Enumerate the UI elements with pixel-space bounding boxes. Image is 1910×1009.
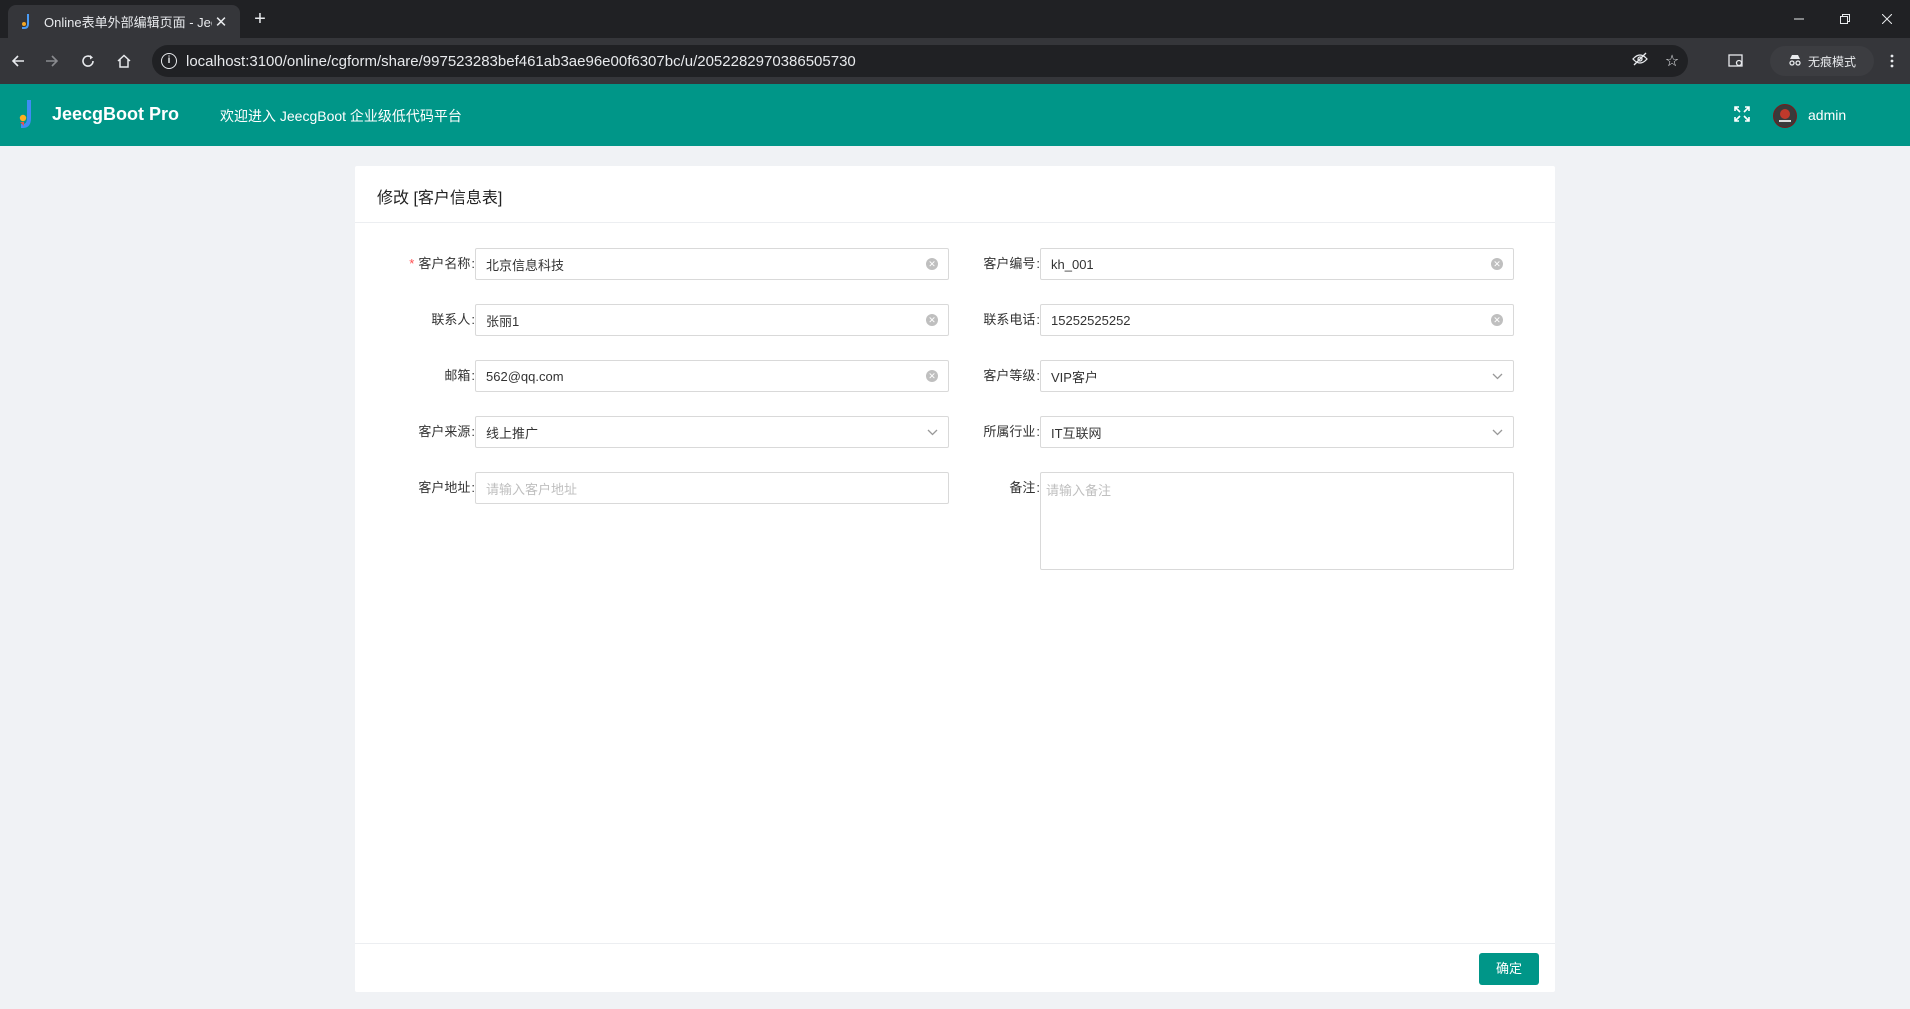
level-label: 客户等级: bbox=[983, 368, 1040, 383]
browser-menu-icon[interactable] bbox=[1880, 49, 1904, 73]
address-placeholder[interactable]: 请输入客户地址 bbox=[486, 479, 938, 498]
title-divider bbox=[355, 222, 1555, 223]
jeecg-favicon-icon bbox=[18, 13, 34, 30]
source-select[interactable]: 线上推广 bbox=[475, 416, 949, 448]
remark-label: 备注: bbox=[1009, 480, 1040, 495]
source-value[interactable]: 线上推广 bbox=[486, 423, 926, 442]
remark-textarea[interactable]: 请输入备注 bbox=[1040, 472, 1514, 570]
email-input[interactable]: 562@qq.com ✕ bbox=[475, 360, 949, 392]
phone-input[interactable]: 15252525252 ✕ bbox=[1040, 304, 1514, 336]
bookmark-star-icon[interactable]: ☆ bbox=[1656, 51, 1688, 71]
address-label: 客户地址: bbox=[418, 480, 475, 495]
contact-label: 联系人: bbox=[431, 312, 475, 327]
browser-titlebar: Online表单外部编辑页面 - Jeec ✕ + bbox=[0, 0, 1910, 38]
fullscreen-icon[interactable] bbox=[1734, 106, 1752, 124]
form-card: 修改 [客户信息表] * 客户名称: 北京信息科技 ✕ 客户编号: kh_001 … bbox=[355, 166, 1555, 992]
incognito-label: 无痕模式 bbox=[1807, 54, 1856, 69]
customer-code-input[interactable]: kh_001 ✕ bbox=[1040, 248, 1514, 280]
customer-code-label: 客户编号: bbox=[983, 256, 1040, 271]
level-value[interactable]: VIP客户 bbox=[1051, 367, 1491, 386]
eye-off-icon[interactable] bbox=[1624, 52, 1656, 71]
source-label: 客户来源: bbox=[418, 424, 475, 439]
customer-code-value[interactable]: kh_001 bbox=[1051, 257, 1491, 272]
close-window-icon[interactable] bbox=[1864, 0, 1910, 38]
form-title: 修改 [客户信息表] bbox=[377, 190, 503, 207]
incognito-badge[interactable]: 无痕模式 bbox=[1770, 46, 1874, 76]
level-select[interactable]: VIP客户 bbox=[1040, 360, 1514, 392]
customer-name-label: * 客户名称: bbox=[409, 256, 475, 271]
phone-value[interactable]: 15252525252 bbox=[1051, 313, 1491, 328]
forward-arrow-icon[interactable] bbox=[40, 49, 64, 73]
customer-name-value[interactable]: 北京信息科技 bbox=[486, 255, 926, 274]
incognito-icon bbox=[1788, 54, 1802, 69]
app-header: JeecgBoot Pro 欢迎进入 JeecgBoot 企业级低代码平台 ad… bbox=[0, 84, 1910, 146]
contact-value[interactable]: 张丽1 bbox=[486, 311, 926, 330]
welcome-text: 欢迎进入 JeecgBoot 企业级低代码平台 bbox=[220, 108, 462, 124]
chevron-down-icon[interactable] bbox=[1491, 426, 1503, 438]
chevron-down-icon[interactable] bbox=[1491, 370, 1503, 382]
site-info-icon[interactable]: i bbox=[152, 53, 186, 69]
industry-select[interactable]: IT互联网 bbox=[1040, 416, 1514, 448]
phone-label: 联系电话: bbox=[983, 312, 1040, 327]
back-arrow-icon[interactable] bbox=[6, 49, 30, 73]
tab-search-icon[interactable] bbox=[1724, 49, 1748, 73]
industry-label: 所属行业: bbox=[983, 424, 1040, 439]
contact-input[interactable]: 张丽1 ✕ bbox=[475, 304, 949, 336]
tab-close-icon[interactable]: ✕ bbox=[212, 13, 230, 31]
remark-placeholder[interactable]: 请输入备注 bbox=[1046, 483, 1111, 498]
brand-name[interactable]: JeecgBoot Pro bbox=[52, 104, 179, 125]
username[interactable]: admin bbox=[1808, 107, 1846, 123]
restore-window-icon[interactable] bbox=[1822, 0, 1868, 38]
home-icon[interactable] bbox=[112, 49, 136, 73]
browser-toolbar: i localhost:3100/online/cgform/share/997… bbox=[0, 38, 1910, 84]
email-value[interactable]: 562@qq.com bbox=[486, 369, 926, 384]
address-bar[interactable]: i localhost:3100/online/cgform/share/997… bbox=[152, 45, 1688, 77]
url-text[interactable]: localhost:3100/online/cgform/share/99752… bbox=[186, 53, 1624, 70]
address-input[interactable]: 请输入客户地址 bbox=[475, 472, 949, 504]
browser-tab[interactable]: Online表单外部编辑页面 - Jeec ✕ bbox=[8, 5, 240, 38]
reload-icon[interactable] bbox=[76, 49, 100, 73]
customer-name-input[interactable]: 北京信息科技 ✕ bbox=[475, 248, 949, 280]
clear-icon[interactable]: ✕ bbox=[1491, 314, 1503, 326]
footer-divider bbox=[355, 943, 1555, 944]
new-tab-button[interactable]: + bbox=[248, 8, 272, 32]
minimize-window-icon[interactable] bbox=[1776, 0, 1822, 38]
tab-title: Online表单外部编辑页面 - Jeec bbox=[44, 15, 212, 30]
industry-value[interactable]: IT互联网 bbox=[1051, 423, 1491, 442]
required-mark: * bbox=[409, 256, 415, 271]
jeecg-logo-icon bbox=[18, 100, 36, 130]
clear-icon[interactable]: ✕ bbox=[1491, 258, 1503, 270]
user-avatar[interactable] bbox=[1773, 104, 1797, 128]
confirm-button[interactable]: 确定 bbox=[1479, 953, 1539, 985]
email-label: 邮箱: bbox=[444, 368, 475, 383]
